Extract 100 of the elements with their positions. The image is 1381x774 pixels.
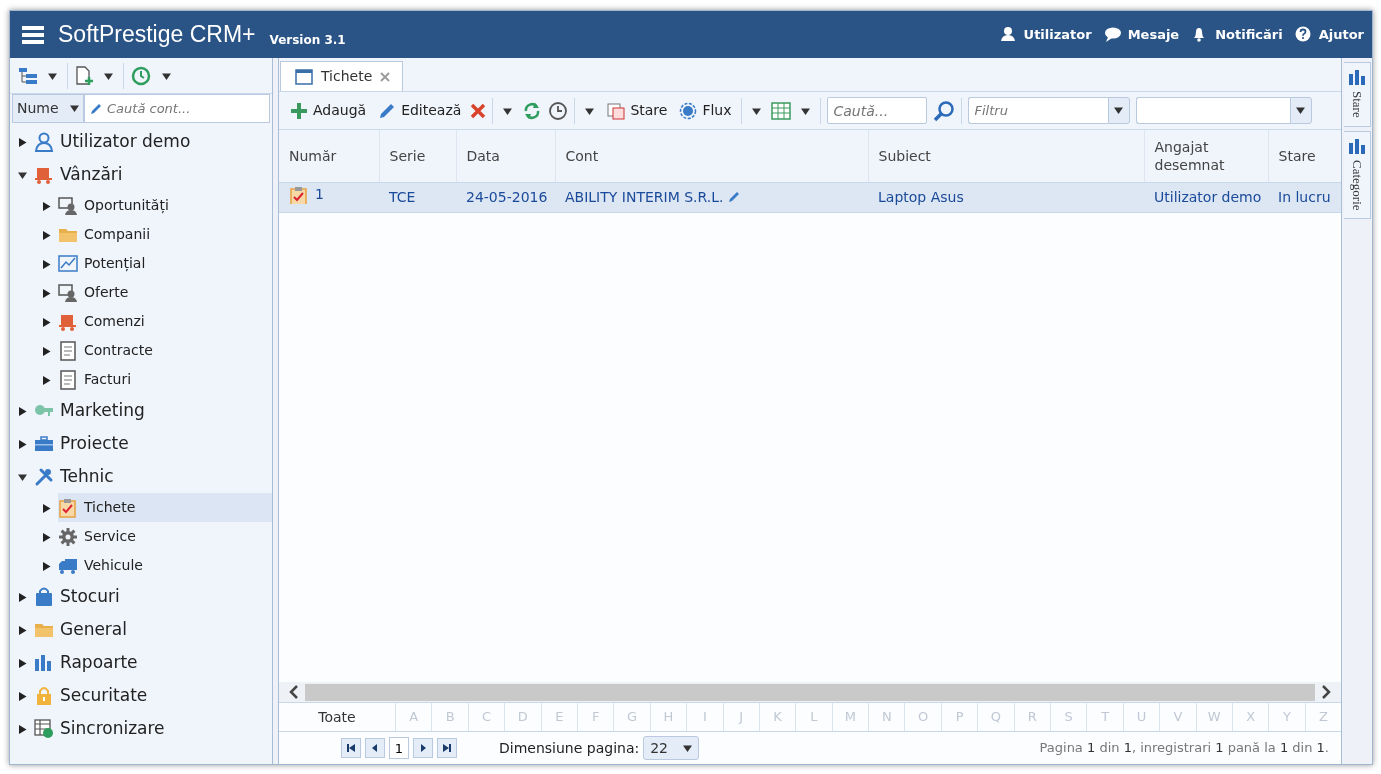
collapse-toggle-icon[interactable] (18, 170, 27, 180)
first-page-icon (346, 743, 356, 753)
header-link[interactable]: Notificări (1191, 24, 1283, 45)
delete-icon[interactable] (470, 102, 487, 119)
column-header[interactable]: Număr (279, 130, 379, 182)
header-link[interactable]: Utilizator (999, 24, 1092, 45)
filter-field[interactable]: Filtru (967, 97, 1108, 124)
tree-item[interactable]: Oferte (58, 278, 272, 307)
dropdown-field[interactable] (1135, 97, 1290, 124)
caret-icon (800, 106, 810, 116)
tree-item[interactable]: Vehicule (58, 551, 272, 580)
expand-toggle-icon[interactable] (42, 532, 51, 542)
table-cell: Laptop Asus (868, 182, 1144, 212)
person-icon (58, 195, 78, 216)
toolbar-button[interactable]: Flux (676, 98, 735, 123)
tree-item[interactable]: Tichete (58, 493, 272, 522)
shopping-bag-icon (34, 586, 54, 607)
new-document-icon[interactable] (74, 65, 94, 86)
header-link[interactable]: Mesaje (1103, 24, 1180, 45)
tree-item[interactable]: Utilizator demo (34, 125, 272, 158)
tree-item[interactable]: General (34, 613, 272, 646)
next-page-icon (418, 743, 428, 753)
previous-page-icon (370, 743, 380, 753)
expand-toggle-icon[interactable] (42, 259, 51, 269)
account-search-field[interactable]: Caută cont... (84, 94, 270, 123)
caret-icon (1114, 106, 1123, 115)
expand-toggle-icon[interactable] (18, 592, 27, 602)
next-page-button[interactable] (413, 738, 433, 758)
expand-toggle-icon[interactable] (18, 658, 27, 668)
tree-item[interactable]: Tehnic (34, 460, 272, 493)
expand-toggle-icon[interactable] (18, 724, 27, 734)
pencil-icon[interactable] (727, 190, 742, 204)
toolbar-button[interactable]: Stare (604, 98, 671, 123)
dropdown-button[interactable] (1107, 97, 1130, 124)
lock-icon (34, 685, 54, 706)
column-header[interactable]: Cont (555, 130, 868, 182)
tree-item[interactable]: Stocuri (34, 580, 272, 613)
search-field[interactable]: Caută... (826, 97, 927, 124)
document-icon (58, 340, 78, 361)
column-header[interactable]: Serie (379, 130, 456, 182)
tree-item[interactable]: Contracte (58, 336, 272, 365)
expand-toggle-icon[interactable] (18, 625, 27, 635)
previous-page-button[interactable] (365, 738, 385, 758)
chevron-left-icon[interactable] (289, 685, 299, 699)
horizontal-scrollbar[interactable] (279, 682, 1341, 702)
expand-toggle-icon[interactable] (42, 230, 51, 240)
expand-toggle-icon[interactable] (18, 691, 27, 701)
tree-item[interactable]: Vânzări (34, 158, 272, 191)
column-header[interactable]: Stare (1268, 130, 1342, 182)
column-header[interactable]: Angajat desemnat (1144, 130, 1268, 182)
tree-item[interactable]: Proiecte (34, 427, 272, 460)
search-icon[interactable] (932, 99, 955, 122)
close-icon[interactable] (380, 71, 391, 82)
tree-item[interactable]: Service (58, 522, 272, 551)
tree-item[interactable]: Potențial (58, 249, 272, 278)
column-header[interactable]: Subiect (868, 130, 1144, 182)
chevron-right-icon[interactable] (1321, 685, 1331, 699)
tree-item[interactable]: Sincronizare (34, 712, 272, 745)
side-tab[interactable]: Stare (1344, 62, 1371, 127)
letter-filter[interactable]: Toate (279, 703, 395, 731)
window-icon (295, 68, 313, 85)
expand-toggle-icon[interactable] (42, 288, 51, 298)
tree-item[interactable]: Rapoarte (34, 646, 272, 679)
document-tab[interactable]: Tichete (280, 61, 404, 91)
toolbar-button[interactable]: Editează (375, 98, 465, 123)
expand-toggle-icon[interactable] (42, 317, 51, 327)
expand-toggle-icon[interactable] (42, 561, 51, 571)
expand-toggle-icon[interactable] (42, 201, 51, 211)
collapse-toggle-icon[interactable] (18, 472, 27, 482)
toolbar-button[interactable]: Adaugă (287, 98, 370, 123)
column-header[interactable]: Data (456, 130, 555, 182)
page-size-dropdown[interactable]: 22 (643, 736, 700, 760)
history-icon[interactable] (130, 64, 152, 87)
page-number-field[interactable]: 1 (389, 737, 409, 759)
table-cell: 24-05-2016 (456, 182, 555, 212)
header-link[interactable]: Ajutor (1294, 24, 1364, 45)
side-tab[interactable]: Categorie (1344, 130, 1371, 220)
spreadsheet-icon[interactable] (770, 101, 791, 120)
expand-toggle-icon[interactable] (42, 503, 51, 513)
first-page-button[interactable] (341, 738, 361, 758)
caret-icon (1296, 106, 1305, 115)
menu-icon[interactable] (22, 24, 44, 45)
expand-toggle-icon[interactable] (18, 439, 27, 449)
clock-icon[interactable] (548, 100, 569, 121)
tree-item[interactable]: Marketing (34, 394, 272, 427)
expand-toggle-icon[interactable] (18, 406, 27, 416)
field-selector[interactable]: Nume (12, 94, 84, 123)
dropdown-button[interactable] (1289, 97, 1312, 124)
tree-item[interactable]: Securitate (34, 679, 272, 712)
last-page-button[interactable] (437, 738, 457, 758)
document-icon (58, 369, 78, 390)
tree-view-icon[interactable] (18, 66, 38, 85)
tree-item[interactable]: Companii (58, 220, 272, 249)
caret-icon (683, 743, 693, 753)
expand-toggle-icon[interactable] (42, 346, 51, 356)
tree-item[interactable]: Facturi (58, 365, 272, 394)
expand-toggle-icon[interactable] (42, 375, 51, 385)
expand-toggle-icon[interactable] (18, 137, 27, 147)
tree-item[interactable]: Oportunități (58, 191, 272, 220)
tree-item[interactable]: Comenzi (58, 307, 272, 336)
